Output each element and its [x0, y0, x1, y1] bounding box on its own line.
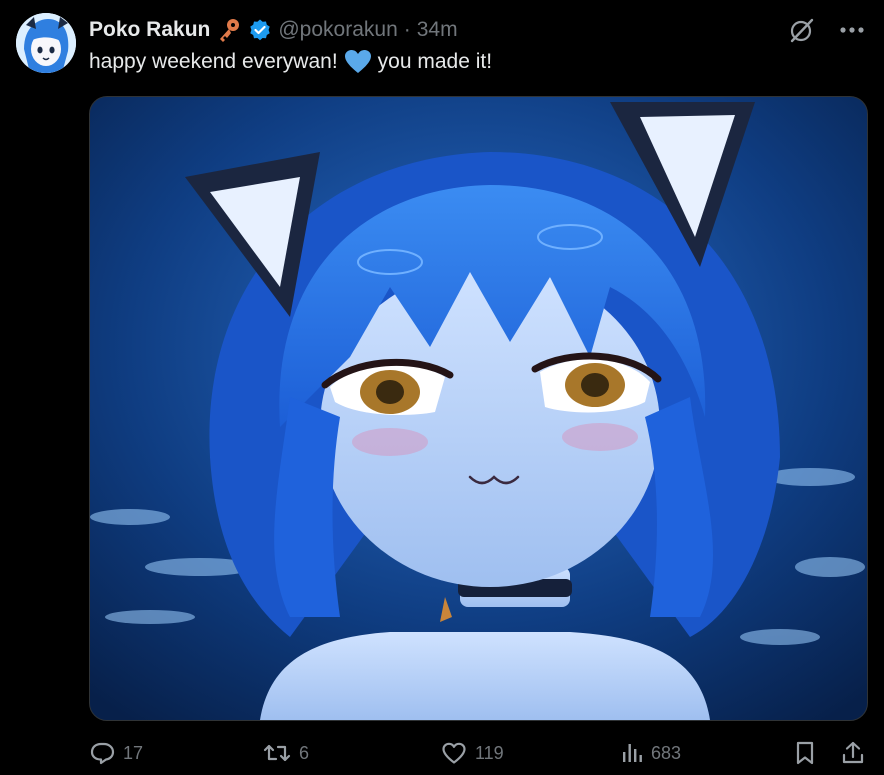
bookmark-button[interactable] [794, 735, 816, 771]
tweet-text-part1: happy weekend everywan! [89, 50, 338, 73]
grok-button[interactable] [786, 16, 818, 44]
blue-heart-icon [344, 49, 372, 75]
heart-icon [442, 742, 466, 764]
more-icon [840, 27, 864, 33]
key-icon [216, 17, 242, 43]
author-handle[interactable]: @pokorakun [278, 18, 397, 42]
verified-badge-icon[interactable] [248, 18, 272, 42]
more-options-button[interactable] [836, 16, 868, 44]
views-button[interactable]: 683 [621, 735, 681, 771]
like-count: 119 [475, 742, 504, 763]
tweet-top-controls [786, 16, 868, 44]
reply-button[interactable]: 17 [89, 735, 143, 771]
tweet-timestamp[interactable]: 34m [417, 18, 458, 42]
author-name[interactable]: Poko Rakun [89, 18, 210, 42]
repost-count: 6 [299, 742, 310, 763]
like-button[interactable]: 119 [441, 735, 504, 771]
author-avatar[interactable] [16, 13, 76, 73]
tweet-action-bar: 17 6 119 683 [89, 735, 866, 771]
tweet-header: Poko Rakun @pokorakun · 34m [89, 14, 458, 46]
tweet-text: happy weekend everywan! you made it! [89, 49, 492, 75]
share-button[interactable] [841, 735, 865, 771]
reply-icon [90, 742, 115, 765]
grok-icon [790, 18, 814, 43]
repost-button[interactable]: 6 [263, 735, 309, 771]
repost-icon [263, 744, 291, 762]
analytics-bars-icon [623, 744, 642, 762]
separator-dot: · [403, 18, 411, 41]
tweet-media-image[interactable] [89, 96, 868, 721]
view-count: 683 [651, 742, 682, 763]
share-icon [842, 741, 864, 764]
reply-count: 17 [123, 742, 144, 763]
avatar-image [16, 13, 76, 73]
anime-catgirl-illustration [90, 97, 867, 720]
tweet-text-part2: you made it! [377, 50, 493, 73]
bookmark-icon [796, 741, 814, 765]
